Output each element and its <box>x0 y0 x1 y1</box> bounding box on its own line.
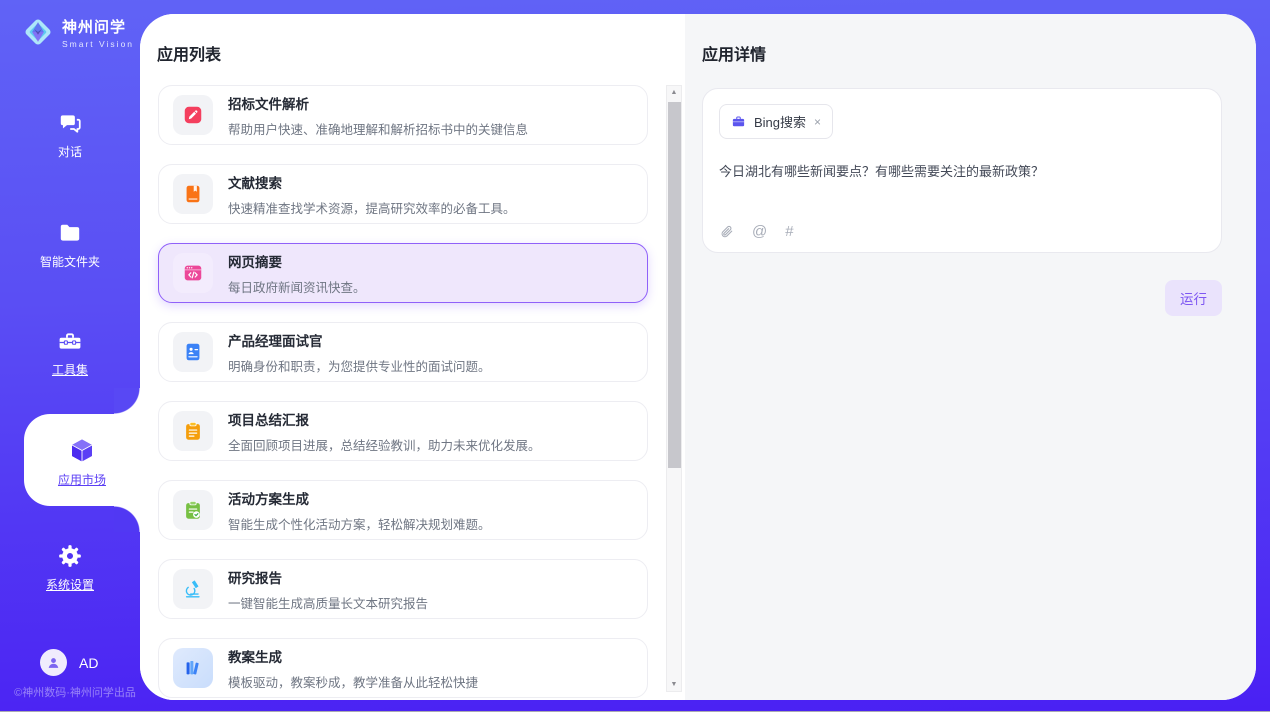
run-button[interactable]: 运行 <box>1165 280 1222 316</box>
paperclip-icon[interactable] <box>719 224 734 239</box>
app-card-title: 文献搜索 <box>228 172 516 192</box>
app-card-research-report[interactable]: 研究报告 一键智能生成高质量长文本研究报告 <box>158 559 648 619</box>
app-card-web-summary[interactable]: 网页摘要 每日政府新闻资讯快查。 <box>158 243 648 303</box>
sidebar-item-label: 对话 <box>0 143 140 160</box>
run-row: 运行 <box>702 280 1222 316</box>
app-card-desc: 智能生成个性化活动方案，轻松解决规划难题。 <box>228 514 491 533</box>
brand-title: 神州问学 <box>62 16 134 37</box>
app-card-title: 活动方案生成 <box>228 488 491 508</box>
sidebar-item-label: 工具集 <box>0 361 140 378</box>
resume-icon <box>173 332 213 372</box>
tool-tag-label: Bing搜索 <box>754 112 806 131</box>
user-avatar-icon <box>45 654 62 671</box>
app-card-bid-parse[interactable]: 招标文件解析 帮助用户快速、准确地理解和解析招标书中的关键信息 <box>158 85 648 145</box>
sidebar-item-settings[interactable]: 系统设置 <box>0 543 140 593</box>
user-account[interactable]: AD <box>40 649 98 676</box>
sidebar-item-label: 应用市场 <box>24 471 140 488</box>
sidebar-item-smart-folders[interactable]: 智能文件夹 <box>0 220 140 270</box>
prompt-toolbar: @ # <box>719 223 794 240</box>
prompt-text[interactable]: 今日湖北有哪些新闻要点？有哪些需要关注的最新政策？ <box>719 161 1205 180</box>
doc-edit-icon <box>173 95 213 135</box>
brand-logo: 神州问学 Smart Vision <box>20 14 134 50</box>
app-list-scrollbar[interactable]: ▲ ▼ <box>666 85 682 692</box>
books-icon <box>173 648 213 688</box>
folder-icon <box>57 220 83 246</box>
app-card-pm-interviewer[interactable]: 产品经理面试官 明确身份和职责，为您提供专业性的面试问题。 <box>158 322 648 382</box>
app-list-title: 应用列表 <box>157 41 685 65</box>
app-card-title: 网页摘要 <box>228 251 366 271</box>
app-card-desc: 一键智能生成高质量长文本研究报告 <box>228 593 428 612</box>
sidebar-item-label: 系统设置 <box>0 576 140 593</box>
app-card-desc: 每日政府新闻资讯快查。 <box>228 277 366 296</box>
app-list-pane: 应用列表 招标文件解析 帮助用户快速、准确地理解和解析招标书中的关键信息 <box>140 14 685 700</box>
tool-tag-bing-search[interactable]: Bing搜索 × <box>719 104 833 139</box>
hash-icon[interactable]: # <box>785 223 793 240</box>
chat-icon <box>57 110 83 136</box>
tool-tag-close-icon[interactable]: × <box>814 116 821 128</box>
diamond-logo-icon <box>20 14 56 50</box>
app-card-title: 教案生成 <box>228 646 478 666</box>
app-card-lesson-plan[interactable]: 教案生成 模板驱动，教案秒成，教学准备从此轻松快捷 <box>158 638 648 698</box>
sidebar-item-chat[interactable]: 对话 <box>0 110 140 160</box>
microscope-icon <box>173 569 213 609</box>
app-detail-title: 应用详情 <box>702 41 1222 65</box>
sidebar-item-toolset[interactable]: 工具集 <box>0 328 140 378</box>
scroll-down-arrow-icon[interactable]: ▼ <box>667 681 681 688</box>
app-card-title: 研究报告 <box>228 567 428 587</box>
main-panel: 应用列表 招标文件解析 帮助用户快速、准确地理解和解析招标书中的关键信息 <box>140 14 1256 700</box>
sidebar-item-label: 智能文件夹 <box>0 253 140 270</box>
app-card-desc: 帮助用户快速、准确地理解和解析招标书中的关键信息 <box>228 119 528 138</box>
at-icon[interactable]: @ <box>752 223 767 240</box>
sidebar-item-app-market[interactable]: 应用市场 <box>24 414 140 506</box>
app-card-title: 招标文件解析 <box>228 93 528 113</box>
briefcase-icon <box>731 114 746 129</box>
avatar <box>40 649 67 676</box>
clipboard-check-icon <box>173 490 213 530</box>
app-card-literature-search[interactable]: 文献搜索 快速精准查找学术资源，提高研究效率的必备工具。 <box>158 164 648 224</box>
web-code-icon <box>173 253 213 293</box>
app-card-title: 产品经理面试官 <box>228 330 491 350</box>
app-window: 神州问学 Smart Vision 对话 智能文件夹 工具集 <box>0 0 1270 714</box>
brand-subtitle: Smart Vision <box>62 39 134 49</box>
app-card-project-summary[interactable]: 项目总结汇报 全面回顾项目进展，总结经验教训，助力未来优化发展。 <box>158 401 648 461</box>
scrollbar-thumb[interactable] <box>668 102 681 468</box>
cube-icon <box>67 436 97 466</box>
app-card-desc: 全面回顾项目进展，总结经验教训，助力未来优化发展。 <box>228 435 541 454</box>
copyright-text: ©神州数码·神州问学出品 <box>0 684 150 700</box>
clipboard-icon <box>173 411 213 451</box>
app-card-desc: 快速精准查找学术资源，提高研究效率的必备工具。 <box>228 198 516 217</box>
app-card-title: 项目总结汇报 <box>228 409 541 429</box>
window-bottom-edge <box>0 711 1270 712</box>
app-card-event-plan[interactable]: 活动方案生成 智能生成个性化活动方案，轻松解决规划难题。 <box>158 480 648 540</box>
app-detail-pane: 应用详情 Bing搜索 × 今日湖北有哪些新闻要点？有哪些需要关注的最新政策？ … <box>685 14 1256 700</box>
user-initials: AD <box>79 655 98 671</box>
book-icon <box>173 174 213 214</box>
app-card-desc: 模板驱动，教案秒成，教学准备从此轻松快捷 <box>228 672 478 691</box>
toolbox-icon <box>57 328 83 354</box>
gear-icon <box>57 543 83 569</box>
app-card-desc: 明确身份和职责，为您提供专业性的面试问题。 <box>228 356 491 375</box>
scroll-up-arrow-icon[interactable]: ▲ <box>667 89 681 96</box>
prompt-input-card[interactable]: Bing搜索 × 今日湖北有哪些新闻要点？有哪些需要关注的最新政策？ @ # <box>702 88 1222 253</box>
app-card-list: 招标文件解析 帮助用户快速、准确地理解和解析招标书中的关键信息 文献搜索 快速精… <box>158 85 648 700</box>
